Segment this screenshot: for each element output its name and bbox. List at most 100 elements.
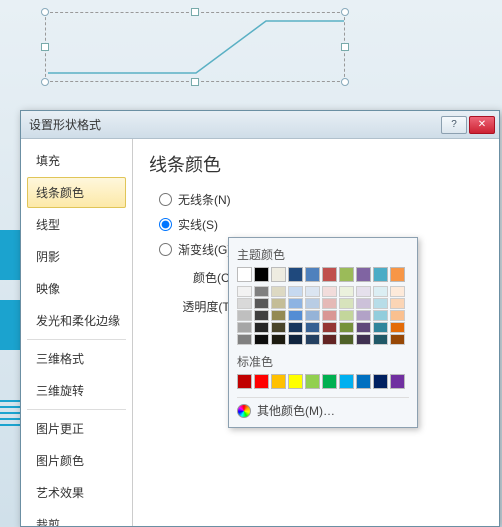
radio-no-line-input[interactable] — [159, 193, 172, 206]
selected-shape[interactable] — [45, 12, 345, 82]
sidebar-item-fill[interactable]: 填充 — [27, 145, 126, 176]
radio-solid-line[interactable]: 实线(S) — [159, 216, 483, 233]
color-swatch[interactable] — [305, 286, 320, 297]
color-swatch[interactable] — [288, 322, 303, 333]
color-swatch[interactable] — [356, 334, 371, 345]
resize-handle-bm[interactable] — [191, 78, 199, 86]
radio-no-line[interactable]: 无线条(N) — [159, 191, 483, 208]
color-swatch[interactable] — [237, 322, 252, 333]
color-swatch[interactable] — [390, 334, 405, 345]
color-swatch[interactable] — [339, 267, 354, 282]
color-swatch[interactable] — [254, 310, 269, 321]
color-swatch[interactable] — [237, 286, 252, 297]
color-swatch[interactable] — [322, 322, 337, 333]
resize-handle-ml[interactable] — [41, 43, 49, 51]
resize-handle-tl[interactable] — [41, 8, 49, 16]
color-swatch[interactable] — [237, 310, 252, 321]
color-swatch[interactable] — [271, 310, 286, 321]
color-swatch[interactable] — [373, 334, 388, 345]
color-swatch[interactable] — [356, 267, 371, 282]
titlebar[interactable]: 设置形状格式 ? ✕ — [21, 111, 499, 139]
color-swatch[interactable] — [271, 322, 286, 333]
sidebar-item-line-color[interactable]: 线条颜色 — [27, 177, 126, 208]
color-swatch[interactable] — [305, 374, 320, 389]
color-swatch[interactable] — [271, 298, 286, 309]
color-swatch[interactable] — [356, 374, 371, 389]
color-swatch[interactable] — [305, 322, 320, 333]
color-swatch[interactable] — [305, 298, 320, 309]
color-swatch[interactable] — [356, 310, 371, 321]
color-swatch[interactable] — [373, 322, 388, 333]
color-swatch[interactable] — [271, 374, 286, 389]
color-swatch[interactable] — [305, 267, 320, 282]
sidebar-item-shadow[interactable]: 阴影 — [27, 241, 126, 272]
color-swatch[interactable] — [339, 286, 354, 297]
color-swatch[interactable] — [390, 310, 405, 321]
radio-gradient-line-input[interactable] — [159, 243, 172, 256]
color-swatch[interactable] — [254, 286, 269, 297]
color-swatch[interactable] — [322, 298, 337, 309]
color-swatch[interactable] — [237, 334, 252, 345]
color-swatch[interactable] — [356, 286, 371, 297]
sidebar-item-crop[interactable]: 裁剪 — [27, 509, 126, 526]
resize-handle-mr[interactable] — [341, 43, 349, 51]
color-swatch[interactable] — [237, 267, 252, 282]
color-swatch[interactable] — [254, 298, 269, 309]
color-swatch[interactable] — [339, 374, 354, 389]
color-swatch[interactable] — [356, 322, 371, 333]
color-swatch[interactable] — [322, 334, 337, 345]
sidebar-item-artistic-effects[interactable]: 艺术效果 — [27, 477, 126, 508]
sidebar-item-picture-color[interactable]: 图片颜色 — [27, 445, 126, 476]
color-swatch[interactable] — [339, 310, 354, 321]
sidebar-item-reflection[interactable]: 映像 — [27, 273, 126, 304]
color-swatch[interactable] — [322, 286, 337, 297]
help-button[interactable]: ? — [441, 116, 467, 134]
color-swatch[interactable] — [373, 374, 388, 389]
color-swatch[interactable] — [288, 298, 303, 309]
color-swatch[interactable] — [373, 310, 388, 321]
color-swatch[interactable] — [271, 267, 286, 282]
color-swatch[interactable] — [254, 267, 269, 282]
resize-handle-bl[interactable] — [41, 78, 49, 86]
color-swatch[interactable] — [339, 322, 354, 333]
color-swatch[interactable] — [288, 374, 303, 389]
sidebar-item-picture-correction[interactable]: 图片更正 — [27, 413, 126, 444]
color-swatch[interactable] — [305, 334, 320, 345]
color-swatch[interactable] — [373, 267, 388, 282]
sidebar-item-glow[interactable]: 发光和柔化边缘 — [27, 305, 126, 336]
color-swatch[interactable] — [390, 286, 405, 297]
color-swatch[interactable] — [254, 374, 269, 389]
color-swatch[interactable] — [322, 374, 337, 389]
color-swatch[interactable] — [322, 310, 337, 321]
radio-solid-line-input[interactable] — [159, 218, 172, 231]
color-swatch[interactable] — [305, 310, 320, 321]
color-swatch[interactable] — [271, 334, 286, 345]
color-swatch[interactable] — [288, 334, 303, 345]
color-swatch[interactable] — [373, 298, 388, 309]
color-swatch[interactable] — [322, 267, 337, 282]
color-swatch[interactable] — [288, 267, 303, 282]
color-swatch[interactable] — [390, 298, 405, 309]
sidebar-item-3d-rotation[interactable]: 三维旋转 — [27, 375, 126, 406]
color-swatch[interactable] — [288, 310, 303, 321]
color-swatch[interactable] — [373, 286, 388, 297]
close-button[interactable]: ✕ — [469, 116, 495, 134]
color-swatch[interactable] — [237, 298, 252, 309]
color-swatch[interactable] — [254, 334, 269, 345]
color-swatch[interactable] — [254, 322, 269, 333]
resize-handle-tm[interactable] — [191, 8, 199, 16]
color-swatch[interactable] — [288, 286, 303, 297]
color-swatch[interactable] — [356, 298, 371, 309]
color-swatch[interactable] — [390, 267, 405, 282]
color-swatch[interactable] — [390, 374, 405, 389]
color-swatch[interactable] — [339, 298, 354, 309]
color-swatch[interactable] — [390, 322, 405, 333]
sidebar-item-line-style[interactable]: 线型 — [27, 209, 126, 240]
sidebar-item-3d-format[interactable]: 三维格式 — [27, 343, 126, 374]
more-colors-item[interactable]: 其他颜色(M)… — [237, 397, 409, 419]
color-swatch[interactable] — [271, 286, 286, 297]
resize-handle-tr[interactable] — [341, 8, 349, 16]
color-swatch[interactable] — [339, 334, 354, 345]
color-swatch[interactable] — [237, 374, 252, 389]
resize-handle-br[interactable] — [341, 78, 349, 86]
